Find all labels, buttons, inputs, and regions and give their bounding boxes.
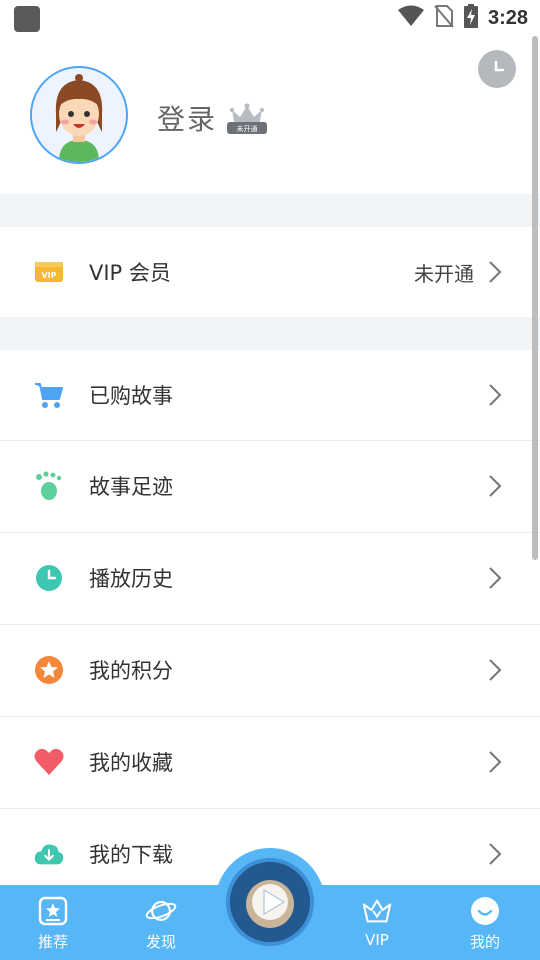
cart-icon bbox=[34, 380, 64, 410]
app-notification-icon bbox=[14, 6, 40, 32]
footprint-icon bbox=[34, 471, 64, 501]
chevron-right-icon bbox=[489, 384, 502, 406]
menu-item-label: 故事足迹 bbox=[89, 475, 173, 499]
planet-icon bbox=[145, 895, 177, 927]
scrollbar[interactable] bbox=[532, 36, 538, 560]
nav-label: 推荐 bbox=[37, 933, 68, 951]
heart-icon bbox=[34, 747, 64, 777]
status-indicators: 3:28 bbox=[397, 4, 528, 32]
section-separator bbox=[0, 317, 540, 350]
play-icon bbox=[230, 862, 310, 942]
battery-charging-icon bbox=[463, 4, 478, 32]
menu-item-label: 我的收藏 bbox=[89, 751, 173, 775]
vip-card-icon: VIP bbox=[34, 257, 64, 287]
no-sim-icon bbox=[434, 4, 454, 32]
chevron-right-icon bbox=[489, 567, 502, 589]
wifi-icon bbox=[397, 5, 424, 31]
menu-item-label: 我的下载 bbox=[89, 843, 173, 867]
vip-membership-row[interactable]: VIP VIP 会员 未开通 bbox=[0, 227, 540, 317]
chevron-right-icon bbox=[489, 261, 502, 283]
tab-mine[interactable]: 我的 bbox=[445, 885, 525, 960]
tab-recommend[interactable]: 推荐 bbox=[13, 885, 93, 960]
tab-discover[interactable]: 发现 bbox=[121, 885, 201, 960]
menu-item-play-history[interactable]: 播放历史 bbox=[0, 533, 540, 623]
vip-row-value: 未开通 bbox=[414, 261, 474, 286]
menu-item-my-points[interactable]: 我的积分 bbox=[0, 625, 540, 715]
chevron-right-icon bbox=[489, 659, 502, 681]
svg-text:VIP: VIP bbox=[41, 271, 56, 280]
avatar[interactable] bbox=[30, 66, 128, 164]
login-link[interactable]: 登录 bbox=[157, 98, 217, 138]
menu-item-my-favorites[interactable]: 我的收藏 bbox=[0, 717, 540, 807]
vip-status-badge: 未开通 bbox=[226, 100, 268, 136]
menu-item-purchased-stories[interactable]: 已购故事 bbox=[0, 350, 540, 440]
menu-item-story-footprints[interactable]: 故事足迹 bbox=[0, 441, 540, 531]
section-separator bbox=[0, 194, 540, 227]
vip-badge-text: 未开通 bbox=[237, 124, 258, 133]
vip-crown-icon bbox=[361, 895, 393, 927]
clock-icon bbox=[34, 563, 64, 593]
avatar-girl-icon bbox=[32, 68, 126, 162]
chevron-right-icon bbox=[489, 751, 502, 773]
nav-label: VIP bbox=[365, 931, 389, 949]
tab-vip[interactable]: VIP bbox=[337, 885, 417, 960]
status-bar: 3:28 bbox=[0, 0, 540, 36]
menu-item-label: 播放历史 bbox=[89, 567, 173, 591]
nav-label: 发现 bbox=[145, 933, 176, 951]
smile-icon bbox=[469, 895, 501, 927]
status-time: 3:28 bbox=[487, 6, 528, 29]
nav-label: 我的 bbox=[469, 933, 500, 951]
menu-item-label: 我的积分 bbox=[89, 659, 173, 683]
chevron-right-icon bbox=[489, 843, 502, 865]
download-cloud-icon bbox=[34, 839, 64, 869]
recommend-icon bbox=[37, 895, 69, 927]
clock-icon bbox=[494, 60, 505, 72]
vip-row-label: VIP 会员 bbox=[89, 261, 171, 285]
chevron-right-icon bbox=[489, 475, 502, 497]
star-icon bbox=[34, 655, 64, 685]
menu-item-label: 已购故事 bbox=[89, 384, 173, 408]
history-button[interactable] bbox=[478, 50, 516, 88]
play-button[interactable] bbox=[226, 858, 314, 946]
